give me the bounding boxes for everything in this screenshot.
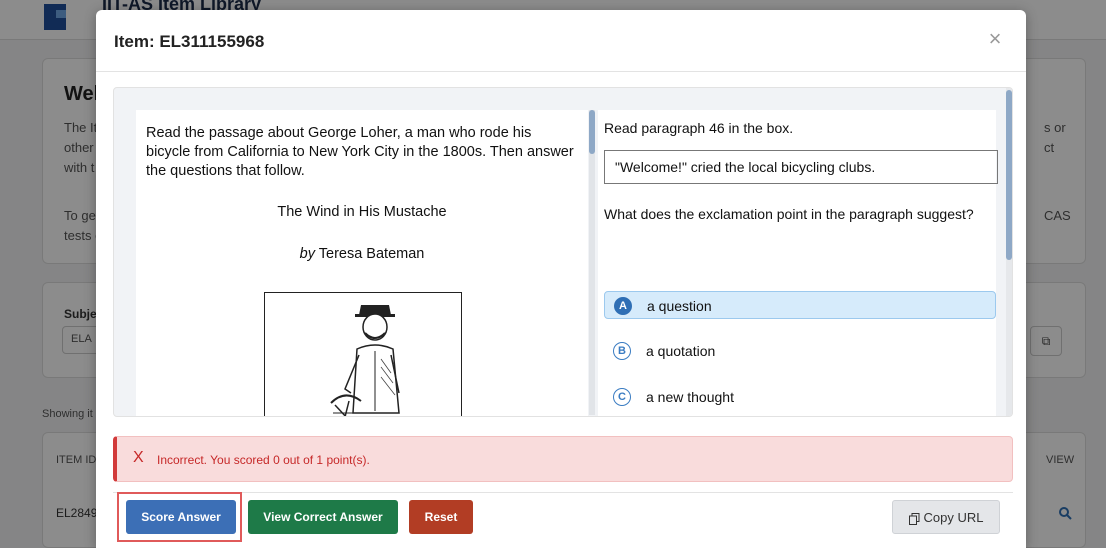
copy-url-label: Copy URL bbox=[923, 510, 984, 525]
option-text-c: a new thought bbox=[646, 389, 734, 405]
score-answer-button[interactable]: Score Answer bbox=[126, 500, 236, 534]
option-text-a: a question bbox=[647, 298, 712, 314]
item-modal: Item: EL311155968 × Read the passage abo… bbox=[96, 10, 1026, 548]
quoted-paragraph-box: "Welcome!" cried the local bicycling clu… bbox=[604, 150, 998, 184]
passage-title: The Wind in His Mustache bbox=[277, 204, 447, 220]
answer-option-a[interactable]: A a question bbox=[604, 291, 996, 319]
answer-option-b[interactable]: B a quotation bbox=[604, 337, 996, 365]
modal-title: Item: EL311155968 bbox=[114, 32, 265, 51]
footer-divider bbox=[113, 492, 1013, 493]
modal-header: Item: EL311155968 × bbox=[96, 10, 1026, 72]
reset-button[interactable]: Reset bbox=[409, 500, 473, 534]
passage-illustration bbox=[264, 292, 462, 416]
passage-scrollbar[interactable] bbox=[589, 110, 595, 415]
score-feedback-alert: X Incorrect. You scored 0 out of 1 point… bbox=[113, 436, 1013, 482]
passage-panel: Read the passage about George Loher, a m… bbox=[136, 110, 588, 416]
option-letter-a: A bbox=[614, 297, 632, 315]
question-panel: Read paragraph 46 in the box. "Welcome!"… bbox=[598, 110, 998, 416]
author-prefix: by bbox=[299, 246, 315, 262]
copy-url-button[interactable]: Copy URL bbox=[892, 500, 1000, 534]
close-icon[interactable]: × bbox=[984, 28, 1006, 50]
option-letter-c: C bbox=[613, 388, 631, 406]
view-correct-answer-button[interactable]: View Correct Answer bbox=[248, 500, 398, 534]
question-prompt: Read paragraph 46 in the box. bbox=[604, 120, 794, 136]
copy-icon bbox=[908, 512, 920, 525]
passage-author: by Teresa Bateman bbox=[136, 246, 588, 262]
error-x-icon: X bbox=[133, 449, 144, 466]
option-letter-b: B bbox=[613, 342, 631, 360]
author-name: Teresa Bateman bbox=[318, 246, 425, 262]
option-text-b: a quotation bbox=[646, 343, 716, 359]
score-feedback-text: Incorrect. You scored 0 out of 1 point(s… bbox=[157, 453, 370, 467]
answer-option-c[interactable]: C a new thought bbox=[604, 383, 996, 411]
cyclist-illustration bbox=[330, 305, 400, 416]
passage-intro: Read the passage about George Loher, a m… bbox=[146, 125, 574, 179]
question-stem: What does the exclamation point in the p… bbox=[604, 206, 974, 222]
question-scrollbar[interactable] bbox=[1006, 88, 1012, 416]
item-content: Read the passage about George Loher, a m… bbox=[113, 87, 1013, 417]
